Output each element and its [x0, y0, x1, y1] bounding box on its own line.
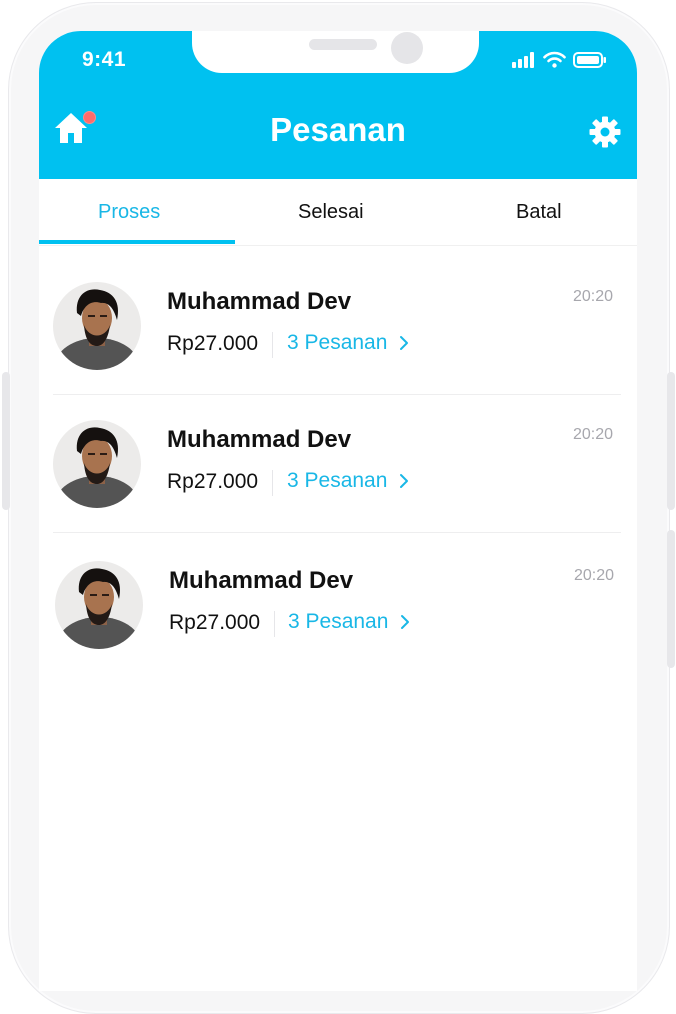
order-price: Rp27.000: [167, 470, 259, 493]
battery-icon: [573, 52, 606, 68]
front-camera: [391, 32, 423, 64]
page-title: Pesanan: [270, 111, 406, 148]
order-count-label: 3 Pesanan: [288, 610, 389, 633]
customer-photo: [55, 561, 143, 649]
speaker: [309, 39, 377, 50]
customer-name: Muhammad Dev: [167, 426, 352, 453]
order-price: Rp27.000: [167, 332, 259, 355]
row-divider: [53, 394, 621, 395]
customer-name: Muhammad Dev: [169, 567, 354, 594]
order-count-label: 3 Pesanan: [287, 331, 388, 354]
order-count-link[interactable]: 3 Pesanan: [287, 331, 409, 355]
chevron-right-icon: [401, 615, 410, 629]
order-list-item[interactable]: Muhammad Dev 20:20 Rp27.000 3 Pesanan: [39, 400, 637, 537]
customer-name: Muhammad Dev: [167, 288, 352, 315]
order-count-link[interactable]: 3 Pesanan: [288, 610, 410, 634]
settings-button[interactable]: [588, 115, 622, 149]
price-divider: [272, 332, 273, 358]
gear-icon: [589, 116, 621, 148]
order-price: Rp27.000: [169, 611, 261, 634]
avatar: [53, 282, 141, 370]
order-time: 20:20: [572, 288, 613, 305]
price-divider: [274, 611, 275, 637]
active-tab-indicator: [39, 240, 235, 244]
chevron-right-icon: [400, 474, 409, 488]
order-status-tabs: Proses Selesai Batal: [39, 179, 637, 246]
chevron-right-icon: [400, 336, 409, 350]
order-list-item[interactable]: Muhammad Dev 20:20 Rp27.000 3 Pesanan: [39, 541, 637, 678]
side-button-right-bottom: [667, 530, 675, 668]
app-header: 9:41 Pesanan: [39, 31, 637, 179]
signal-icon: [512, 52, 534, 68]
status-time: 9:41: [82, 48, 127, 71]
customer-photo: [53, 282, 141, 370]
app-screen: 9:41 Pesanan Proses Selesai Batal Muhamm…: [39, 31, 637, 991]
order-count-label: 3 Pesanan: [287, 469, 388, 492]
tab-proses[interactable]: Proses: [98, 201, 160, 224]
tab-selesai[interactable]: Selesai: [298, 201, 364, 224]
avatar: [55, 561, 143, 649]
price-divider: [272, 470, 273, 496]
wifi-icon: [543, 51, 566, 68]
row-divider: [53, 532, 621, 533]
side-button-right-top: [667, 372, 675, 510]
customer-photo: [53, 420, 141, 508]
order-time: 20:20: [572, 426, 613, 443]
tab-batal[interactable]: Batal: [516, 201, 562, 224]
order-time: 20:20: [573, 567, 614, 584]
status-icons: [512, 51, 607, 68]
order-list-item[interactable]: Muhammad Dev 20:20 Rp27.000 3 Pesanan: [39, 262, 637, 399]
order-count-link[interactable]: 3 Pesanan: [287, 469, 409, 493]
phone-notch: [192, 31, 479, 73]
side-button-left: [2, 372, 10, 510]
avatar: [53, 420, 141, 508]
